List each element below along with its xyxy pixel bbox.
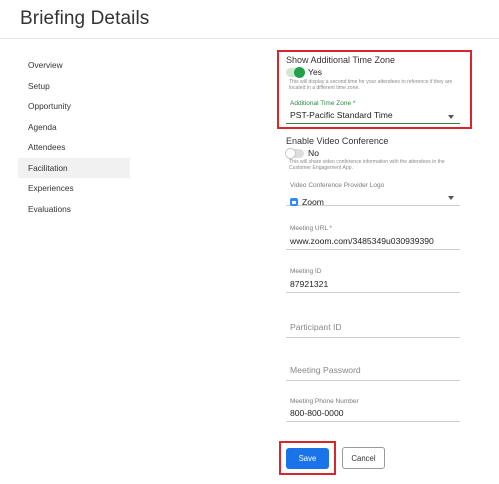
sidebar-item-evaluations[interactable]: Evaluations bbox=[18, 199, 130, 220]
highlight-box-save bbox=[279, 441, 336, 475]
meeting-url-input[interactable]: www.zoom.com/3485349u030939390 bbox=[286, 236, 460, 250]
sidebar-item-attendees[interactable]: Attendees bbox=[18, 137, 130, 158]
participant-id-placeholder: Participant ID bbox=[290, 322, 342, 332]
sidebar-item-facilitation[interactable]: Facilitation bbox=[18, 157, 130, 178]
toggle-knob bbox=[285, 147, 296, 159]
meeting-password-placeholder: Meeting Password bbox=[290, 365, 361, 375]
meeting-url-value: www.zoom.com/3485349u030939390 bbox=[290, 236, 434, 246]
sidebar-nav: Overview Setup Opportunity Agenda Attend… bbox=[18, 55, 130, 219]
sidebar-item-opportunity[interactable]: Opportunity bbox=[18, 96, 130, 117]
provider-select[interactable]: Zoom bbox=[286, 192, 460, 207]
meeting-phone-input[interactable]: 800-800-0000 bbox=[286, 408, 460, 422]
sidebar-item-agenda[interactable]: Agenda bbox=[18, 117, 130, 138]
meeting-id-input[interactable]: 87921321 bbox=[286, 279, 460, 293]
video-conference-toggle[interactable] bbox=[285, 147, 304, 159]
provider-value: Zoom bbox=[302, 197, 324, 207]
meeting-url-label: Meeting URL * bbox=[290, 225, 333, 232]
provider-display: Zoom bbox=[290, 192, 324, 210]
provider-logo-label: Video Conference Provider Logo bbox=[290, 182, 385, 189]
sidebar-item-setup[interactable]: Setup bbox=[18, 76, 130, 97]
meeting-password-input[interactable]: Meeting Password bbox=[286, 364, 460, 381]
sidebar-item-overview[interactable]: Overview bbox=[18, 55, 130, 76]
page-title: Briefing Details bbox=[20, 8, 150, 29]
meeting-id-label: Meeting ID bbox=[290, 268, 322, 275]
title-divider bbox=[0, 38, 499, 39]
highlight-box-time-zone bbox=[277, 50, 472, 129]
meeting-phone-label: Meeting Phone Number bbox=[290, 398, 359, 405]
participant-id-input[interactable]: Participant ID bbox=[286, 321, 460, 338]
video-conference-toggle-text: No bbox=[308, 148, 319, 158]
video-conference-toggle-row: No bbox=[285, 147, 319, 159]
meeting-phone-value: 800-800-0000 bbox=[290, 408, 344, 418]
cancel-button[interactable]: Cancel bbox=[342, 447, 385, 469]
sidebar-item-experiences[interactable]: Experiences bbox=[18, 178, 130, 199]
chevron-down-icon bbox=[448, 196, 454, 200]
meeting-id-value: 87921321 bbox=[290, 279, 329, 289]
zoom-icon bbox=[290, 198, 298, 206]
video-conference-hint: This will share video conference informa… bbox=[289, 159, 445, 172]
video-conference-section-label: Enable Video Conference bbox=[286, 136, 389, 146]
